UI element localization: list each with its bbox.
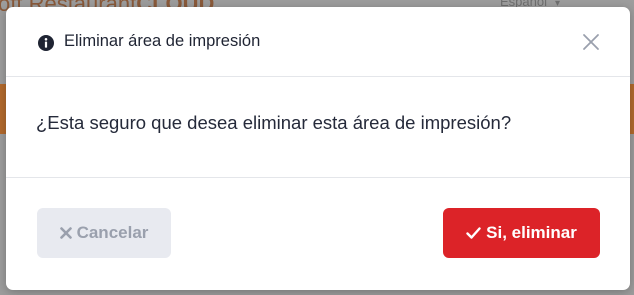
close-icon[interactable]: [580, 31, 602, 53]
info-circle-icon: [38, 35, 54, 51]
confirm-delete-button[interactable]: Si, eliminar: [443, 208, 600, 258]
cancel-button[interactable]: Cancelar: [37, 208, 171, 258]
cancel-button-label: Cancelar: [76, 223, 149, 242]
delete-print-area-dialog: Eliminar área de impresión ¿Esta seguro …: [6, 7, 630, 290]
dialog-body: ¿Esta seguro que desea eliminar esta áre…: [6, 77, 630, 178]
times-icon: [59, 227, 72, 239]
check-icon: [466, 227, 481, 239]
dialog-title: Eliminar área de impresión: [64, 32, 261, 50]
dialog-message: ¿Esta seguro que desea eliminar esta áre…: [36, 112, 512, 133]
dialog-header: Eliminar área de impresión: [6, 7, 630, 77]
confirm-button-label: Si, eliminar: [486, 223, 577, 242]
